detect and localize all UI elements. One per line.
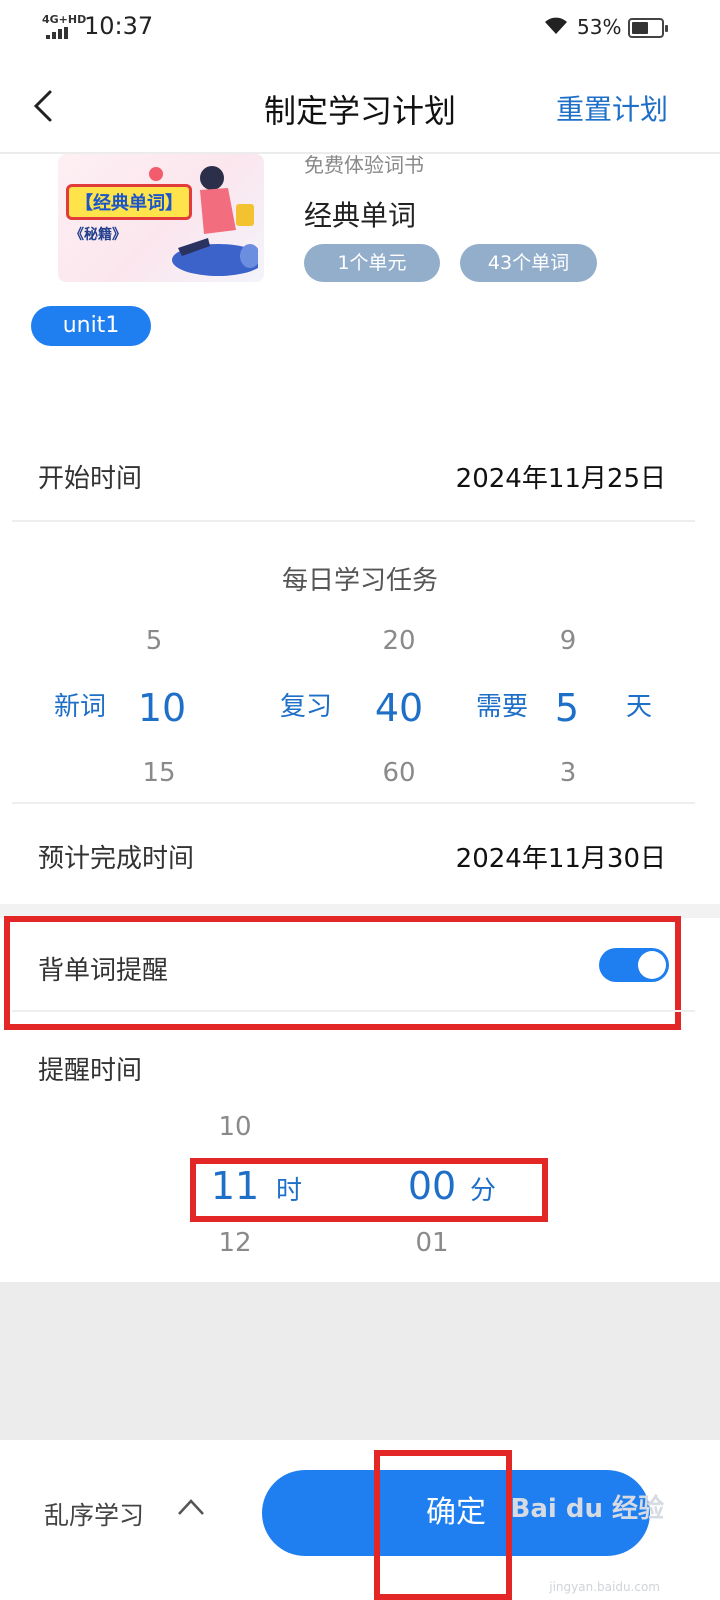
need-days-label: 需要 [476, 692, 529, 722]
finish-date-label: 预计完成时间 [38, 844, 195, 874]
section-gap [0, 904, 720, 918]
hour-next[interactable]: 12 [195, 1228, 275, 1258]
nav-bar: 制定学习计划 重置计划 [0, 60, 720, 154]
reminder-toggle[interactable] [599, 948, 669, 982]
new-words-label: 新词 [54, 692, 107, 722]
battery-icon [628, 18, 668, 38]
shuffle-study-label[interactable]: 乱序学习 [44, 1496, 144, 1532]
empty-gray-area [0, 1282, 720, 1440]
watermark-url: jingyan.baidu.com [549, 1580, 660, 1594]
divider [12, 1010, 695, 1012]
minute-unit: 分 [470, 1176, 497, 1206]
hour-selected[interactable]: 11 [190, 1164, 280, 1208]
toggle-knob [638, 951, 666, 979]
start-date-label: 开始时间 [38, 464, 143, 494]
need-days-next[interactable]: 3 [528, 758, 608, 788]
new-words-next[interactable]: 15 [119, 758, 199, 788]
book-category: 免费体验词书 [304, 153, 424, 176]
days-unit-label: 天 [626, 692, 653, 722]
battery-percent: 53% [577, 15, 622, 39]
daily-task-title: 每日学习任务 [281, 566, 438, 596]
start-date-value[interactable]: 2024年11月25日 [456, 458, 666, 495]
minute-next[interactable]: 01 [392, 1228, 472, 1258]
network-type: 4G+HD [42, 13, 87, 26]
signal-icon [46, 27, 70, 39]
chevron-up-icon[interactable] [176, 1496, 206, 1518]
reminder-time-label: 提醒时间 [38, 1056, 143, 1086]
finish-date-value: 2024年11月30日 [455, 844, 666, 874]
wifi-icon [545, 17, 567, 34]
need-days-selected[interactable]: 5 [522, 686, 612, 730]
minute-selected[interactable]: 00 [387, 1164, 477, 1208]
divider [12, 520, 695, 522]
book-name: 经典单词 [304, 199, 417, 232]
book-cover-image: 【经典单词】 《秘籍》 [58, 154, 264, 282]
new-words-selected[interactable]: 10 [117, 686, 207, 730]
hour-unit: 时 [276, 1176, 303, 1206]
units-count-badge: 1个单元 [304, 244, 440, 282]
words-count-badge: 43个单词 [460, 244, 597, 282]
need-days-prev[interactable]: 9 [528, 626, 608, 656]
reset-plan-button[interactable]: 重置计划 [556, 88, 668, 128]
reminder-label: 背单词提醒 [38, 956, 169, 986]
rocket-illustration [149, 166, 258, 276]
review-label: 复习 [280, 692, 333, 722]
review-selected[interactable]: 40 [354, 686, 444, 730]
review-prev[interactable]: 20 [359, 626, 439, 656]
review-next[interactable]: 60 [359, 758, 439, 788]
unit-chip[interactable]: unit1 [31, 306, 151, 346]
clock: 10:37 [84, 12, 154, 40]
watermark-logo: Bai du 经验 [510, 1494, 665, 1524]
hour-prev[interactable]: 10 [195, 1112, 275, 1142]
new-words-prev[interactable]: 5 [114, 626, 194, 656]
divider [12, 802, 695, 804]
status-bar: 4G+HD 10:37 53% [0, 0, 720, 56]
